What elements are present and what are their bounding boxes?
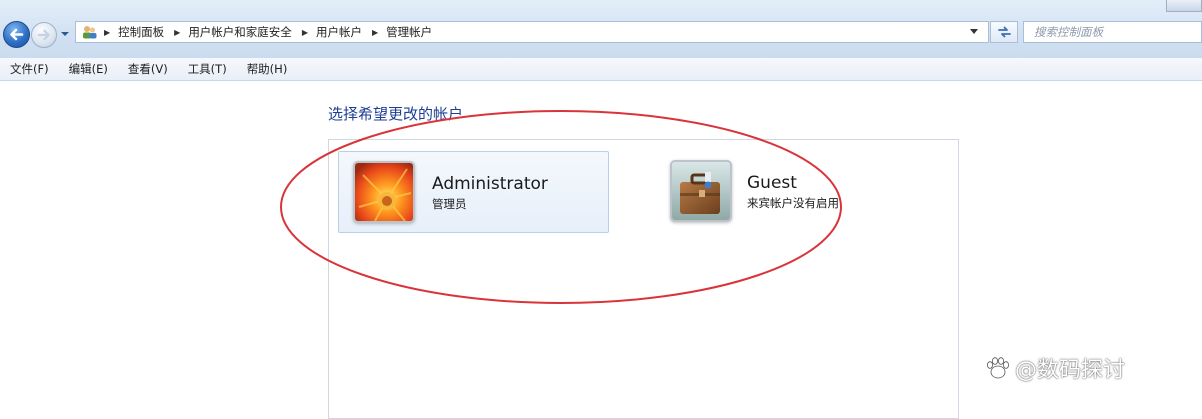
breadcrumb: ▶ 控制面板 ▶ 用户帐户和家庭安全 ▶ 用户帐户 ▶ 管理帐户 xyxy=(104,22,442,42)
breadcrumb-user-accounts-family-safety[interactable]: 用户帐户和家庭安全 xyxy=(188,24,292,40)
refresh-button[interactable] xyxy=(990,21,1018,43)
paw-icon xyxy=(987,357,1009,379)
breadcrumb-separator-icon[interactable]: ▶ xyxy=(174,28,180,37)
flower-avatar-icon xyxy=(353,161,415,223)
forward-button[interactable] xyxy=(31,22,57,48)
window-control-button[interactable] xyxy=(1166,0,1202,12)
account-type: 管理员 xyxy=(432,197,467,211)
breadcrumb-separator-icon[interactable]: ▶ xyxy=(372,28,378,37)
breadcrumb-user-accounts[interactable]: 用户帐户 xyxy=(316,24,362,40)
menu-view[interactable]: 查看(V) xyxy=(128,61,178,77)
breadcrumb-manage-accounts[interactable]: 管理帐户 xyxy=(386,24,432,40)
account-name: Guest xyxy=(747,173,797,193)
menu-tools[interactable]: 工具(T) xyxy=(188,61,237,77)
account-type: 来宾帐户没有启用 xyxy=(747,196,839,210)
navigation-bar: ▶ 控制面板 ▶ 用户帐户和家庭安全 ▶ 用户帐户 ▶ 管理帐户 搜索控制面板 xyxy=(0,0,1202,58)
recent-pages-chevron-icon[interactable] xyxy=(59,28,71,40)
page-title: 选择希望更改的帐户 xyxy=(328,105,464,123)
search-input[interactable]: 搜索控制面板 xyxy=(1023,21,1202,43)
menu-bar: 文件(F) 编辑(E) 查看(V) 工具(T) 帮助(H) xyxy=(0,58,1202,81)
address-dropdown-icon[interactable] xyxy=(970,29,978,34)
breadcrumb-control-panel[interactable]: 控制面板 xyxy=(118,24,164,40)
account-name: Administrator xyxy=(432,174,548,194)
watermark-text: @数码探讨 xyxy=(1015,358,1126,383)
briefcase-avatar-icon xyxy=(670,160,732,222)
arrow-left-icon xyxy=(10,28,24,41)
watermark: @数码探讨 xyxy=(985,352,1125,384)
menu-help[interactable]: 帮助(H) xyxy=(247,61,298,77)
arrow-right-icon xyxy=(37,29,50,41)
breadcrumb-separator-icon[interactable]: ▶ xyxy=(104,28,110,37)
back-button[interactable] xyxy=(3,21,30,48)
menu-edit[interactable]: 编辑(E) xyxy=(69,61,118,77)
breadcrumb-separator-icon[interactable]: ▶ xyxy=(302,28,308,37)
user-accounts-icon xyxy=(83,26,97,39)
account-tile-administrator[interactable]: Administrator 管理员 xyxy=(338,151,609,233)
refresh-icon xyxy=(998,26,1011,38)
account-tile-guest[interactable]: Guest 来宾帐户没有启用 xyxy=(660,151,910,233)
menu-file[interactable]: 文件(F) xyxy=(10,61,59,77)
address-bar[interactable]: ▶ 控制面板 ▶ 用户帐户和家庭安全 ▶ 用户帐户 ▶ 管理帐户 xyxy=(75,21,989,43)
